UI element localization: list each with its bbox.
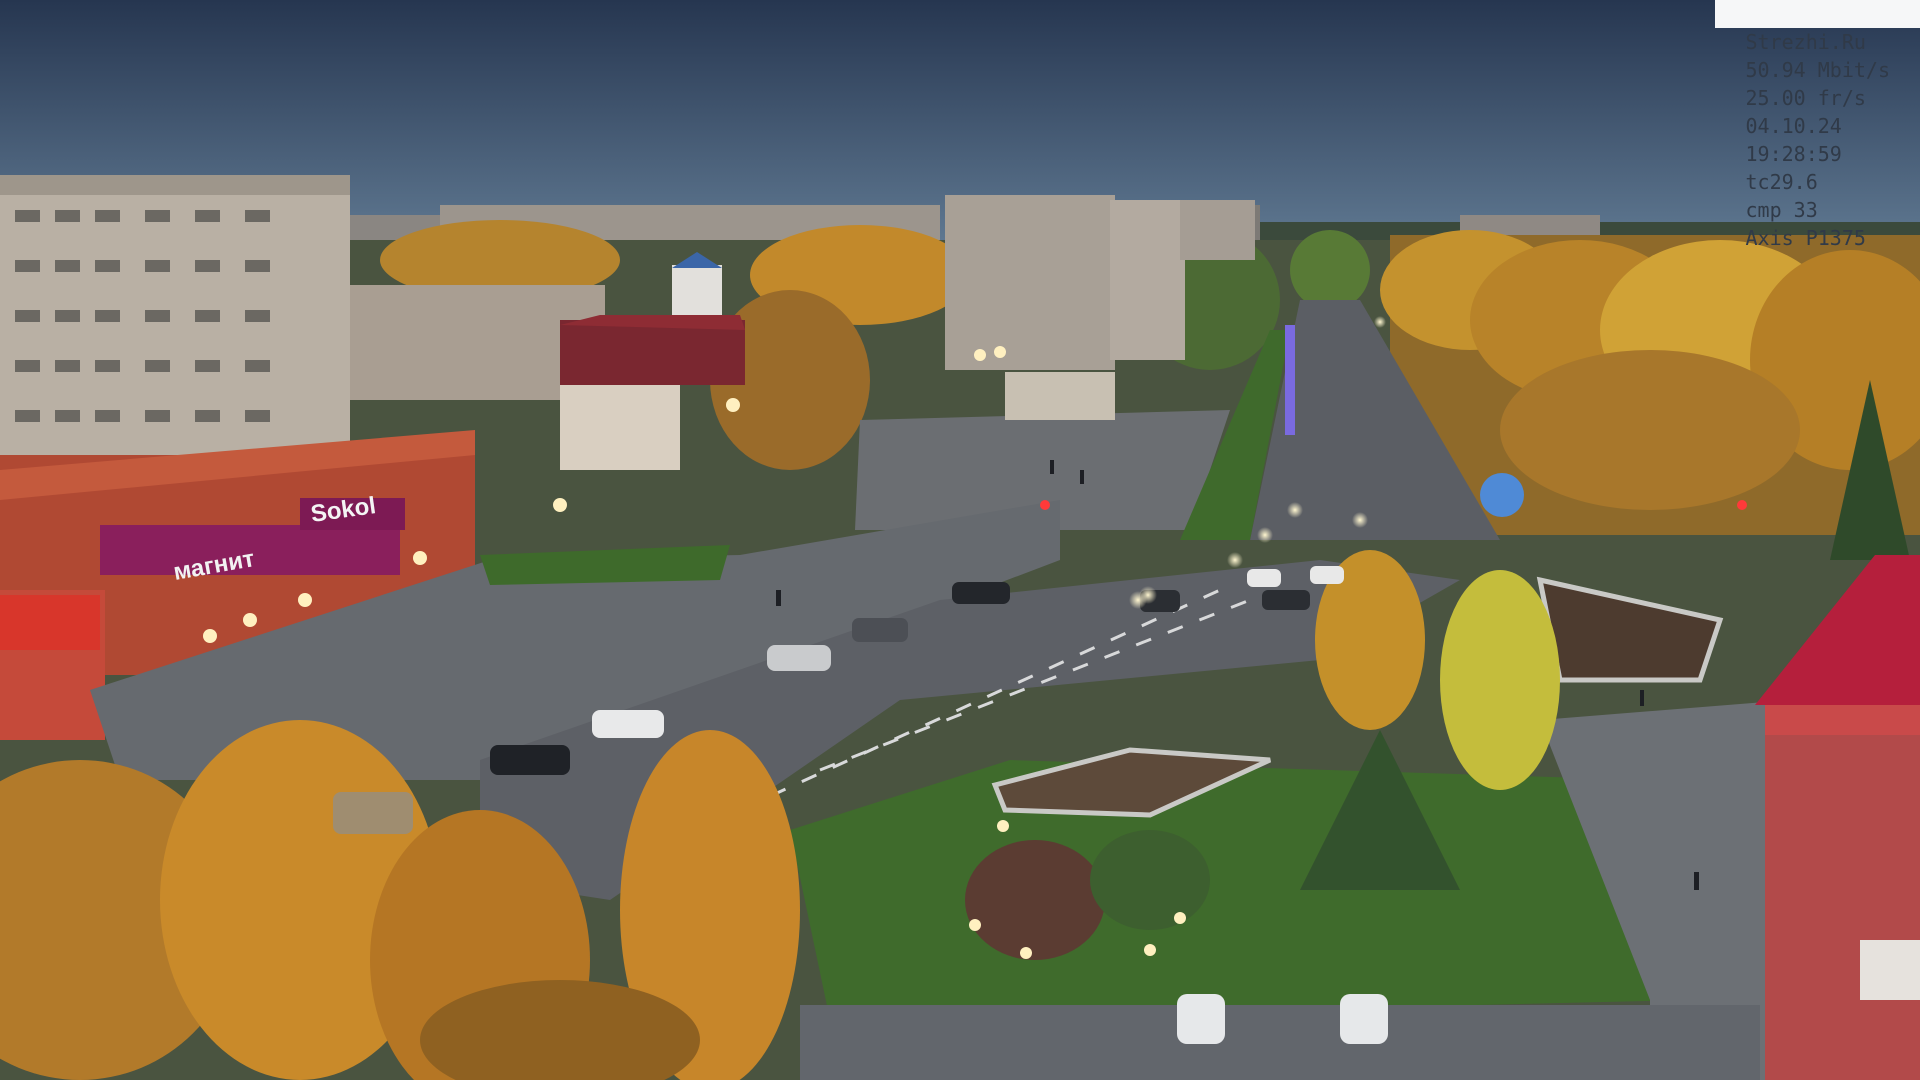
street-light: [243, 613, 257, 627]
overlay-bitrate: 50.94 Mbit/s: [1745, 58, 1891, 82]
overlay-camera-model: Axis P1375: [1745, 226, 1866, 250]
car: [490, 745, 570, 775]
car: [1340, 994, 1388, 1044]
street-light: [413, 551, 427, 565]
overlay-date: 04.10.24: [1745, 114, 1842, 138]
camera-overlay-bar: Strezhi.Ru 50.94 Mbit/s 25.00 fr/s 04.10…: [1715, 0, 1920, 250]
street-light: [726, 398, 740, 412]
parking-strip: [800, 1005, 1760, 1080]
lawn-right-front: [790, 760, 1690, 1020]
car: [592, 710, 664, 738]
overlay-framerate: 25.00 fr/s: [1745, 86, 1866, 110]
street-light: [969, 919, 981, 931]
street-light: [1144, 944, 1156, 956]
overlay-site: Strezhi.Ru: [1745, 30, 1866, 54]
street-light: [1020, 947, 1032, 959]
car: [767, 645, 831, 671]
webcam-scene: магнит Sokol: [0, 0, 1920, 1080]
traffic-light-red: [1737, 500, 1747, 510]
street-light: [553, 498, 567, 512]
street-light: [203, 629, 217, 643]
festive-lights-boulevard: [1285, 325, 1295, 435]
festive-palm-light: [1480, 473, 1524, 517]
overlay-cmp: cmp 33: [1745, 198, 1818, 222]
overlay-time: 19:28:59: [1745, 142, 1842, 166]
traffic-light-red: [1040, 500, 1050, 510]
car: [1262, 590, 1310, 610]
street-light: [1174, 912, 1186, 924]
car: [1247, 569, 1281, 587]
street-light: [997, 820, 1009, 832]
plaza-pavilion: [1005, 372, 1115, 420]
car: [333, 792, 413, 834]
street-light: [974, 349, 986, 361]
street-light: [994, 346, 1006, 358]
car: [852, 618, 908, 642]
car: [1177, 994, 1225, 1044]
overlay-tc: tc29.6: [1745, 170, 1818, 194]
car: [952, 582, 1010, 604]
car: [1310, 566, 1344, 584]
street-light: [298, 593, 312, 607]
